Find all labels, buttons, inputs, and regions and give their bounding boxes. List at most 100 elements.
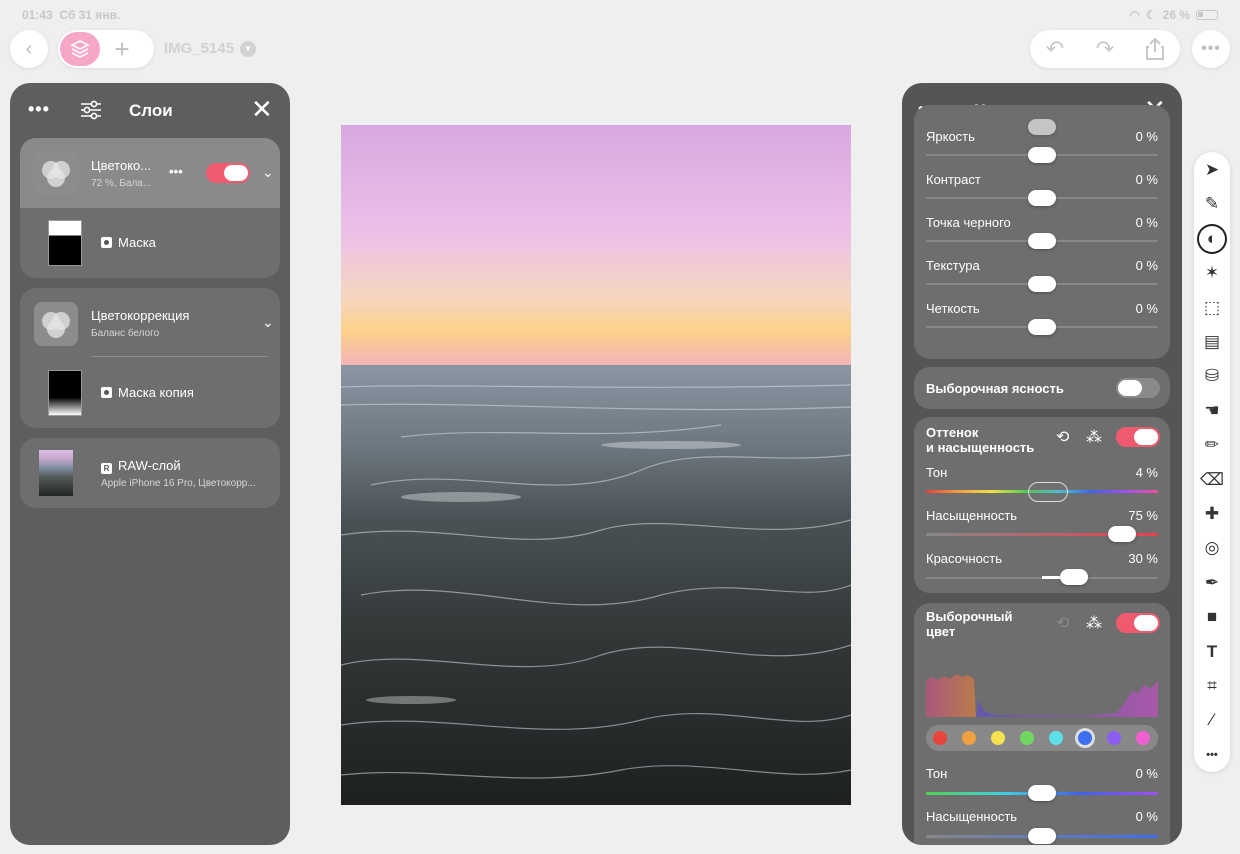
brush-adjust-icon[interactable]: ✎ bbox=[1194, 189, 1230, 219]
canvas-photo[interactable] bbox=[341, 125, 851, 805]
filter-settings-icon[interactable] bbox=[80, 100, 102, 120]
color-swatch[interactable] bbox=[1136, 731, 1150, 745]
layer-visibility-toggle[interactable] bbox=[206, 163, 250, 183]
chevron-down-icon: ▾ bbox=[240, 40, 257, 57]
crop-icon[interactable]: ⌗ bbox=[1194, 671, 1230, 701]
adjustments-icon[interactable]: ◐ bbox=[1197, 223, 1227, 254]
layer-row-adjustment-1[interactable]: Цветоко... 72 %, Бала... ••• ⌄ bbox=[20, 138, 280, 208]
back-button[interactable]: ‹ bbox=[10, 30, 48, 68]
layer-options-icon[interactable]: ••• bbox=[169, 164, 183, 179]
color-swatch[interactable] bbox=[1049, 731, 1063, 745]
selective-clarity-toggle[interactable] bbox=[1116, 378, 1160, 398]
contrast-value: 0 % bbox=[1135, 172, 1158, 187]
saturation-slider-knob[interactable] bbox=[1108, 526, 1136, 542]
hue-saturation-toggle[interactable] bbox=[1116, 427, 1160, 447]
clarity-slider-knob[interactable] bbox=[1028, 319, 1056, 335]
undo-button[interactable]: ↶ bbox=[1030, 32, 1080, 66]
color-swatch-bar bbox=[926, 725, 1158, 751]
clone-icon[interactable]: ◎ bbox=[1194, 533, 1230, 563]
color-swatch[interactable] bbox=[962, 731, 976, 745]
selective-saturation-label: Насыщенность bbox=[926, 809, 1018, 824]
color-swatch[interactable] bbox=[1107, 731, 1121, 745]
color-swatch[interactable] bbox=[991, 731, 1005, 745]
layers-icon bbox=[70, 40, 90, 58]
selective-hue-knob[interactable] bbox=[1028, 785, 1056, 801]
shape-icon[interactable]: ■ bbox=[1194, 602, 1230, 632]
adjustment-layer-thumbnail bbox=[34, 302, 78, 346]
layer-name: Цветокоррекция bbox=[91, 308, 190, 323]
saturation-value: 75 % bbox=[1128, 508, 1158, 523]
close-layers-button[interactable]: ✕ bbox=[251, 96, 273, 122]
clarity-label: Четкость bbox=[926, 301, 980, 316]
document-title[interactable]: IMG_5145 ▾ bbox=[164, 40, 257, 57]
more-icon: ••• bbox=[1201, 40, 1221, 57]
reset-icon[interactable]: ⟲ bbox=[1056, 613, 1069, 633]
gradient-icon[interactable]: ▤ bbox=[1194, 327, 1230, 357]
brightness-slider-knob[interactable] bbox=[1028, 147, 1056, 163]
color-swatch[interactable] bbox=[1020, 731, 1034, 745]
vibrance-slider-knob[interactable] bbox=[1060, 569, 1088, 585]
heal-icon[interactable]: ✚ bbox=[1194, 499, 1230, 529]
share-icon bbox=[1146, 37, 1164, 60]
selective-hue-value: 0 % bbox=[1135, 766, 1158, 781]
selective-color-toggle[interactable] bbox=[1116, 613, 1160, 633]
layer-card-adjustment-1: Цветоко... 72 %, Бала... ••• ⌄ Маска bbox=[20, 138, 280, 278]
auto-magic-icon[interactable]: ⁂ bbox=[1086, 427, 1102, 447]
slider-knob-partial[interactable] bbox=[1028, 119, 1056, 135]
pen-icon[interactable]: ✒ bbox=[1194, 568, 1230, 598]
auto-magic-icon[interactable]: ⁂ bbox=[1086, 613, 1102, 633]
color-swatch[interactable] bbox=[1078, 731, 1092, 745]
eraser-icon[interactable]: ⌫ bbox=[1194, 465, 1230, 495]
selective-saturation-knob[interactable] bbox=[1028, 828, 1056, 844]
mask-label: Маска копия bbox=[118, 385, 194, 400]
fill-icon[interactable]: ⛁ bbox=[1194, 361, 1230, 391]
hue-label: Тон bbox=[926, 465, 948, 480]
paint-icon[interactable]: ✏ bbox=[1194, 430, 1230, 460]
clarity-value: 0 % bbox=[1135, 301, 1158, 316]
more-icon[interactable]: ••• bbox=[1194, 740, 1230, 770]
layer-card-adjustment-2[interactable]: Цветокоррекция Баланс белого ⌄ Маска коп… bbox=[20, 288, 280, 428]
raw-layer-title: R RAW-слой bbox=[101, 458, 181, 474]
selective-color-title-line1: Выборочный bbox=[926, 609, 1013, 624]
mask-thumbnail bbox=[48, 220, 82, 266]
divider bbox=[91, 356, 267, 357]
color-swatch[interactable] bbox=[933, 731, 947, 745]
pointer-icon[interactable]: ➤ bbox=[1194, 155, 1230, 185]
redo-button[interactable]: ↷ bbox=[1080, 32, 1130, 66]
chevron-down-icon[interactable]: ⌄ bbox=[262, 164, 274, 181]
layer-name: Цветоко... bbox=[91, 158, 152, 173]
status-time: 01:43 bbox=[22, 8, 53, 22]
layer-card-raw[interactable]: R RAW-слой Apple iPhone 16 Pro, Цветокорр… bbox=[20, 438, 280, 508]
mask-row[interactable]: Маска bbox=[101, 235, 156, 250]
share-button[interactable] bbox=[1130, 32, 1180, 66]
texture-slider-knob[interactable] bbox=[1028, 276, 1056, 292]
layers-panel-header: ••• Слои ✕ bbox=[10, 83, 290, 139]
black-point-value: 0 % bbox=[1135, 215, 1158, 230]
add-layer-button[interactable]: + bbox=[100, 32, 144, 66]
more-button[interactable]: ••• bbox=[1192, 30, 1230, 68]
hue-slider-knob[interactable] bbox=[1028, 482, 1068, 502]
text-icon[interactable]: T bbox=[1194, 637, 1230, 667]
selective-clarity-label: Выборочная ясность bbox=[926, 381, 1064, 396]
contrast-slider-knob[interactable] bbox=[1028, 190, 1056, 206]
smudge-icon[interactable]: ☚ bbox=[1194, 396, 1230, 426]
layers-options-button[interactable]: ••• bbox=[28, 99, 50, 120]
hue-saturation-section: Оттенок и насыщенность ⟲ ⁂ Тон 4 % Насыщ… bbox=[914, 417, 1170, 593]
mask-icon bbox=[101, 237, 112, 248]
mask-copy-row[interactable]: Маска копия bbox=[101, 385, 194, 400]
vibrance-value: 30 % bbox=[1128, 551, 1158, 566]
reset-icon[interactable]: ⟲ bbox=[1056, 427, 1069, 447]
adjustment-layer-thumbnail bbox=[34, 151, 78, 195]
black-point-slider-knob[interactable] bbox=[1028, 233, 1056, 249]
selective-color-title: Выборочный цвет bbox=[926, 609, 1013, 639]
selective-clarity-section: Выборочная ясность bbox=[914, 367, 1170, 409]
layers-button[interactable] bbox=[60, 32, 100, 66]
selection-icon[interactable]: ⬚ bbox=[1194, 293, 1230, 323]
chevron-down-icon[interactable]: ⌄ bbox=[262, 314, 274, 331]
hue-saturation-title-line1: Оттенок bbox=[926, 425, 979, 440]
effects-icon[interactable]: ✶ bbox=[1194, 258, 1230, 288]
layer-subtitle: 72 %, Бала... bbox=[91, 178, 152, 189]
battery-percent: 26 % bbox=[1162, 8, 1190, 22]
eyedropper-icon[interactable]: ⁄ bbox=[1194, 705, 1230, 735]
history-share-group: ↶ ↷ bbox=[1030, 30, 1180, 68]
